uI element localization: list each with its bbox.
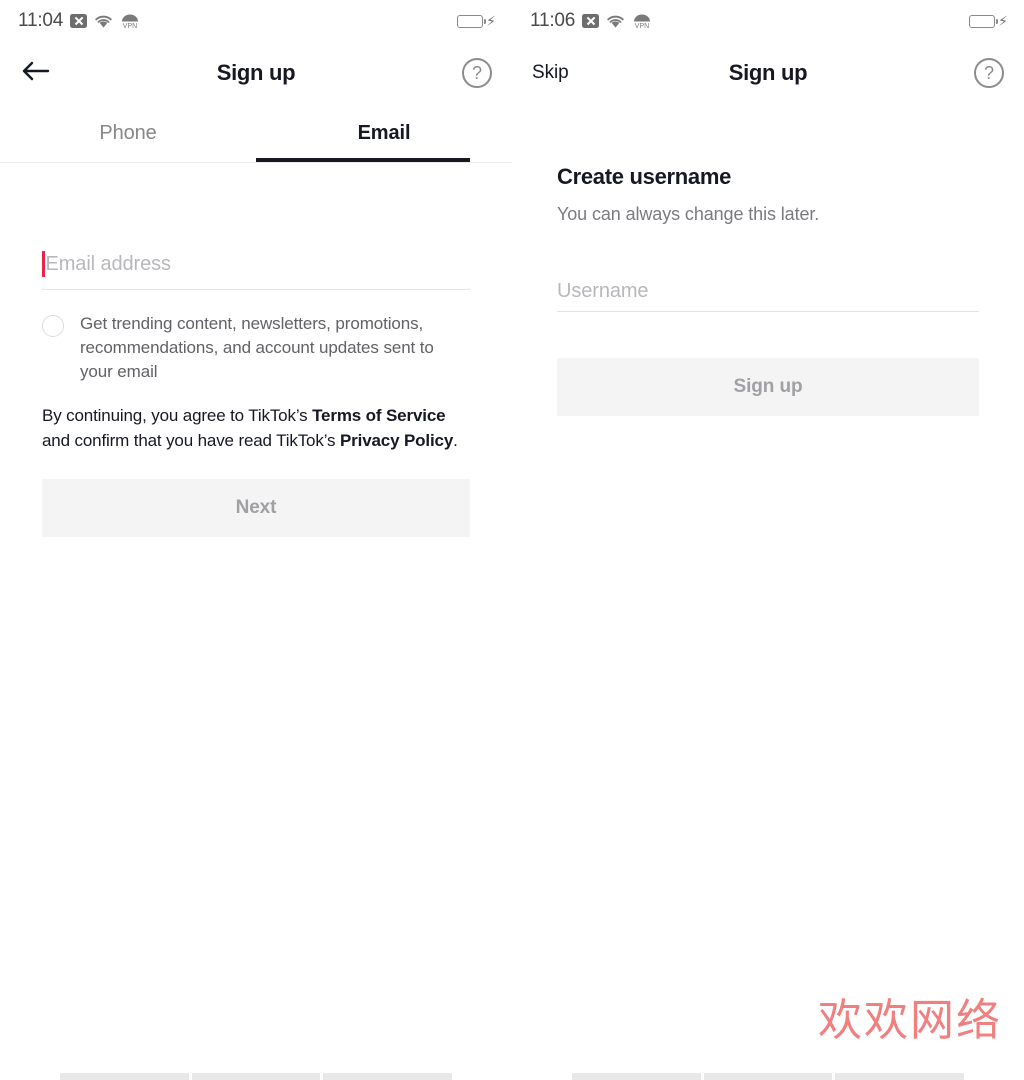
username-input-underline	[557, 311, 979, 312]
nav-hint-home[interactable]	[191, 1073, 321, 1080]
status-time: 11:06	[530, 10, 576, 31]
marketing-optin-label: Get trending content, newsletters, promo…	[80, 314, 434, 381]
next-button[interactable]: Next	[42, 479, 470, 537]
status-bar: 11:06 VPN ⚡	[512, 0, 1024, 42]
help-button[interactable]: ?	[974, 58, 1004, 88]
nav-hint-back[interactable]	[60, 1073, 189, 1080]
wifi-icon	[606, 14, 625, 29]
screen-create-username: 11:06 VPN ⚡ Skip Sign up ? Create userna…	[512, 0, 1024, 1080]
help-button[interactable]: ?	[462, 58, 492, 88]
username-input-placeholder: Username	[557, 279, 649, 302]
marketing-optin-row[interactable]: Get trending content, newsletters, promo…	[42, 312, 470, 384]
section-subheading: You can always change this later.	[557, 204, 820, 224]
email-input-underline	[42, 289, 470, 290]
battery-icon	[969, 14, 999, 28]
terms-of-service-link[interactable]: Terms of Service	[312, 406, 446, 425]
status-bar-right: ⚡	[969, 14, 1008, 28]
signup-method-tabs: Phone Email	[0, 104, 512, 162]
system-nav-hints	[0, 1073, 512, 1080]
status-bar: 11:04 VPN ⚡	[0, 0, 512, 42]
tab-phone[interactable]: Phone	[0, 104, 256, 162]
help-circle-icon: ?	[462, 58, 492, 88]
wifi-icon	[94, 14, 113, 29]
back-button[interactable]	[20, 59, 80, 88]
legal-text-part2: and confirm that you have read TikTok’s	[42, 430, 340, 450]
email-input-placeholder: Email address	[45, 252, 172, 275]
back-arrow-icon	[20, 59, 50, 88]
svg-text:VPN: VPN	[635, 23, 649, 29]
nav-hint-recents[interactable]	[323, 1073, 453, 1080]
legal-text-part3: .	[453, 430, 458, 450]
email-input[interactable]: Email address	[42, 239, 470, 289]
watermark: 欢欢网络	[818, 995, 1002, 1046]
create-username-form: Create username You can always change th…	[512, 164, 1024, 416]
legal-disclaimer: By continuing, you agree to TikTok’s Ter…	[42, 404, 470, 453]
battery-icon	[457, 14, 487, 28]
email-signup-form: Email address Get trending content, news…	[0, 239, 512, 537]
status-time: 11:04	[18, 10, 64, 31]
status-bar-left: 11:04 VPN	[18, 10, 140, 32]
x-icon	[70, 14, 88, 28]
section-heading: Create username	[557, 164, 732, 189]
vpn-icon: VPN	[120, 13, 140, 30]
tabs-divider	[0, 162, 512, 163]
screenshot-pair: 11:04 VPN ⚡ Sign up ? Phone Email Email …	[0, 0, 1024, 1080]
nav-bar: Skip Sign up ?	[512, 42, 1024, 104]
svg-text:VPN: VPN	[123, 23, 137, 29]
status-bar-left: 11:06 VPN	[530, 10, 652, 32]
signup-button[interactable]: Sign up	[557, 358, 979, 416]
charging-bolt-icon: ⚡	[486, 13, 496, 29]
legal-text-part1: By continuing, you agree to TikTok’s	[42, 406, 313, 425]
nav-hint-back[interactable]	[572, 1073, 701, 1080]
charging-bolt-icon: ⚡	[998, 13, 1008, 29]
skip-label: Skip	[532, 62, 569, 83]
system-nav-hints	[512, 1073, 1024, 1080]
screen-email-signup: 11:04 VPN ⚡ Sign up ? Phone Email Email …	[0, 0, 512, 1080]
help-circle-icon: ?	[974, 58, 1004, 88]
marketing-optin-checkbox[interactable]	[42, 315, 64, 337]
skip-button[interactable]: Skip	[532, 62, 592, 84]
status-bar-right: ⚡	[457, 14, 496, 28]
x-icon	[582, 14, 600, 28]
tab-email[interactable]: Email	[256, 104, 512, 162]
nav-hint-home[interactable]	[703, 1073, 833, 1080]
privacy-policy-link[interactable]: Privacy Policy	[340, 431, 453, 450]
username-input[interactable]: Username	[557, 271, 979, 311]
nav-hint-recents[interactable]	[835, 1073, 965, 1080]
vpn-icon: VPN	[632, 13, 652, 30]
text-caret	[42, 251, 45, 277]
nav-bar: Sign up ?	[0, 42, 512, 104]
